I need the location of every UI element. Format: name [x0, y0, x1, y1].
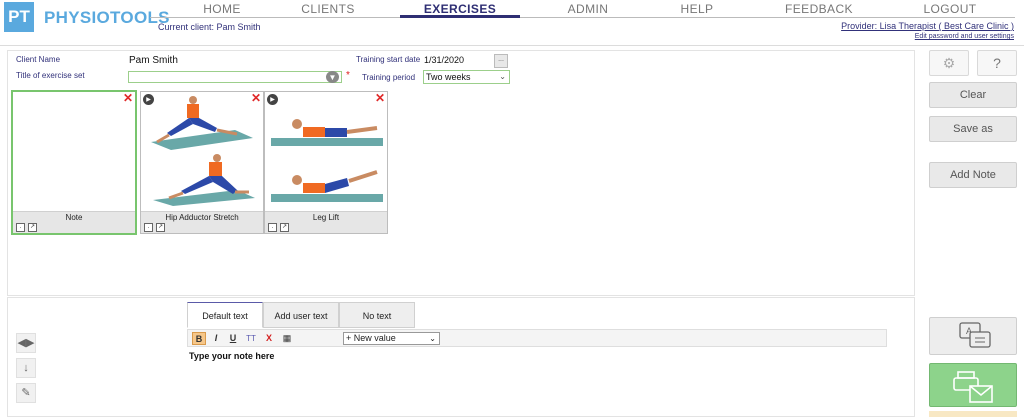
small-square-icon[interactable]: .	[144, 223, 153, 232]
training-period-label: Training period	[362, 73, 416, 82]
title-label: Title of exercise set	[16, 71, 85, 80]
nav-help[interactable]: HELP	[672, 2, 722, 16]
nav-active-indicator	[400, 15, 520, 18]
nav-clients[interactable]: CLIENTS	[298, 2, 358, 16]
status-strip	[929, 411, 1017, 417]
edit-icon[interactable]: ↗	[280, 223, 289, 232]
provider-link[interactable]: Provider: Lisa Therapist ( Best Care Cli…	[841, 21, 1014, 31]
main-nav: HOME CLIENTS EXERCISES ADMIN HELP FEEDBA…	[150, 0, 1024, 18]
bold-button[interactable]: B	[192, 332, 206, 345]
training-period-select[interactable]: Two weeks ⌄	[423, 70, 510, 84]
top-bar: PT PHYSIOTOOLS Current client: Pam Smith…	[0, 0, 1024, 46]
exercise-illustration	[271, 170, 383, 202]
message-button[interactable]: A	[929, 317, 1017, 355]
new-value-label: + New value	[346, 333, 396, 343]
exercise-illustration	[271, 119, 383, 146]
print-email-icon	[953, 371, 993, 403]
exercise-illustration	[153, 154, 255, 206]
nav-admin[interactable]: ADMIN	[560, 2, 616, 16]
card-caption: Hip Adductor Stretch	[165, 213, 239, 222]
italic-button[interactable]: I	[209, 332, 223, 345]
card-caption: Note	[65, 213, 83, 222]
client-name-value: Pam Smith	[129, 55, 178, 66]
tab-no-text[interactable]: No text	[339, 302, 415, 328]
font-size-button[interactable]: TT	[244, 332, 258, 345]
table-icon[interactable]: ▦	[280, 332, 294, 345]
exercise-set-panel: Client Name Pam Smith Title of exercise …	[7, 50, 915, 296]
nav-feedback[interactable]: FEEDBACK	[784, 2, 854, 16]
new-value-select[interactable]: + New value ⌄	[343, 332, 440, 345]
tab-add-user-text[interactable]: Add user text	[263, 302, 339, 328]
client-name-label: Client Name	[16, 55, 61, 64]
clear-format-button[interactable]: X	[262, 332, 276, 345]
print-email-button[interactable]	[929, 363, 1017, 407]
question-icon: ?	[993, 55, 1001, 71]
nav-home[interactable]: HOME	[192, 2, 252, 16]
note-editor-panel: ◀▶ ↓ ✎ Default text Add user text No tex…	[7, 297, 915, 417]
logo-mark[interactable]: PT	[4, 2, 34, 32]
training-period-value: Two weeks	[426, 72, 471, 82]
help-button[interactable]: ?	[977, 50, 1017, 76]
save-as-button[interactable]: Save as	[929, 116, 1017, 142]
close-icon[interactable]: ✕	[123, 92, 133, 104]
tab-default-text[interactable]: Default text	[187, 302, 263, 328]
exercise-card-hip-adductor-stretch[interactable]: ▶ ✕ . ↗ Hip Adductor Stretch	[140, 91, 264, 234]
clear-button[interactable]: Clear	[929, 82, 1017, 108]
chevron-down-icon: ⌄	[429, 334, 436, 343]
underline-button[interactable]: U	[226, 332, 240, 345]
edit-icon[interactable]: ↗	[156, 223, 165, 232]
gear-icon: ⚙	[942, 55, 956, 71]
edit-settings-link[interactable]: Edit password and user settings	[915, 33, 1014, 40]
small-square-icon[interactable]: .	[16, 223, 25, 232]
nav-divider	[150, 17, 1015, 18]
date-picker-button[interactable]: ...	[494, 54, 508, 68]
translate-chat-icon: A	[959, 322, 991, 348]
add-note-button[interactable]: Add Note	[929, 162, 1017, 188]
exercise-illustration	[151, 96, 253, 150]
pencil-icon[interactable]: ✎	[16, 383, 36, 403]
exercise-card-note[interactable]: ✕ . ↗ Note	[12, 91, 136, 234]
training-start-value[interactable]: 1/31/2020	[424, 55, 464, 65]
nav-exercises[interactable]: EXERCISES	[422, 2, 498, 16]
exercise-card-leg-lift[interactable]: ▶ ✕ . ↗ Leg Lift	[264, 91, 388, 234]
side-toolbar: ◀▶ ↓ ✎	[16, 333, 38, 408]
nav-logout[interactable]: LOGOUT	[920, 2, 980, 16]
split-view-icon[interactable]: ◀▶	[16, 333, 36, 353]
settings-button[interactable]: ⚙	[929, 50, 969, 76]
chevron-down-icon: ⌄	[499, 72, 506, 81]
edit-icon[interactable]: ↗	[28, 223, 37, 232]
editor-toolbar: B I U TT X ▦ + New value ⌄	[187, 329, 887, 347]
required-mark: *	[346, 70, 350, 81]
small-square-icon[interactable]: .	[268, 223, 277, 232]
current-client: Current client: Pam Smith	[158, 22, 261, 32]
note-text-area[interactable]: Type your note here	[189, 351, 274, 361]
arrow-down-icon[interactable]: ↓	[16, 358, 36, 378]
title-select[interactable]: ▼	[128, 71, 342, 83]
training-start-label: Training start date	[356, 55, 421, 64]
card-caption: Leg Lift	[312, 213, 340, 222]
chevron-down-icon[interactable]: ▼	[326, 71, 339, 83]
